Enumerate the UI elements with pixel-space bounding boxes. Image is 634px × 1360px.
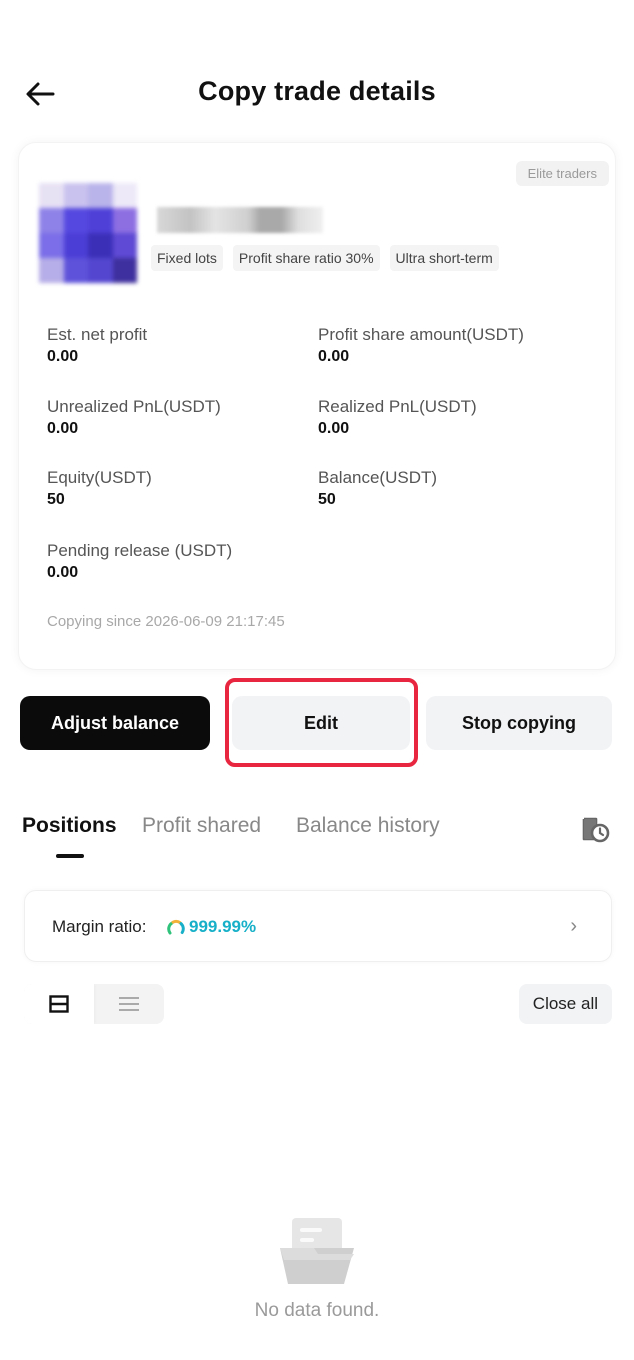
stat-balance: Balance(USDT) 50 (318, 467, 588, 511)
tag-profit-share-ratio: Profit share ratio 30% (232, 245, 380, 271)
page-title: Copy trade details (198, 76, 436, 106)
stat-value: 50 (318, 491, 336, 508)
elite-traders-badge: Elite traders (515, 161, 609, 186)
empty-document-icon (280, 1218, 354, 1284)
active-tab-indicator (56, 854, 84, 858)
stat-label: Realized PnL(USDT) (318, 397, 477, 416)
stat-label: Balance(USDT) (318, 468, 438, 487)
card-view-button[interactable] (24, 984, 94, 1024)
stat-profit-share-amount: Profit share amount(USDT) 0.00 (318, 324, 588, 368)
stat-label: Unrealized PnL(USDT) (47, 397, 221, 416)
tab-balance-history[interactable]: Balance history (296, 814, 440, 838)
stat-label: Profit share amount(USDT) (318, 325, 524, 344)
list-view-icon (119, 997, 139, 1011)
margin-ratio-value: 999.99% (189, 917, 257, 936)
trader-summary-card: Elite traders Fixed lots Profit share ra… (18, 142, 616, 670)
stat-label: Est. net profit (47, 325, 148, 344)
stat-value: 0.00 (47, 420, 79, 437)
margin-ratio-label: Margin ratio: (52, 917, 147, 936)
copying-since: Copying since 2026-06-09 21:17:45 (47, 613, 285, 630)
tag-fixed-lots: Fixed lots (151, 245, 223, 271)
header: Copy trade details (0, 60, 634, 126)
stat-value: 0.00 (318, 348, 350, 365)
stat-equity: Equity(USDT) 50 (47, 467, 317, 511)
margin-ratio-card[interactable]: Margin ratio: 999.99% › (24, 890, 612, 962)
stat-realized-pnl: Realized PnL(USDT) 0.00 (318, 396, 588, 440)
margin-ratio-gauge-icon (167, 919, 185, 935)
tab-profit-shared[interactable]: Profit shared (142, 814, 261, 838)
stat-value: 0.00 (318, 420, 350, 437)
stat-unrealized-pnl: Unrealized PnL(USDT) 0.00 (47, 396, 317, 440)
tab-positions[interactable]: Positions (22, 814, 117, 838)
close-all-button[interactable]: Close all (518, 984, 612, 1024)
edit-button[interactable]: Edit (232, 696, 410, 750)
stat-label: Pending release (USDT) (47, 541, 233, 560)
stop-copying-button[interactable]: Stop copying (426, 696, 612, 750)
trader-tags: Fixed lots Profit share ratio 30% Ultra … (151, 245, 499, 271)
stat-value: 50 (47, 491, 65, 508)
adjust-balance-button[interactable]: Adjust balance (20, 696, 210, 750)
card-view-icon (49, 995, 69, 1013)
avatar (39, 183, 137, 283)
stat-pending-release: Pending release (USDT) 0.00 (47, 540, 317, 584)
stat-est-net-profit: Est. net profit 0.00 (47, 324, 317, 368)
order-history-icon[interactable] (580, 814, 610, 844)
stat-value: 0.00 (47, 348, 79, 365)
tag-ultra-short-term: Ultra short-term (389, 245, 499, 271)
stat-label: Equity(USDT) (47, 468, 152, 487)
chevron-right-icon: › (570, 915, 577, 937)
view-mode-toggle (24, 984, 164, 1024)
trader-name-blurred (157, 207, 323, 233)
empty-state-text: No data found. (254, 1300, 380, 1321)
stat-value: 0.00 (47, 564, 79, 581)
list-view-button[interactable] (94, 984, 164, 1024)
